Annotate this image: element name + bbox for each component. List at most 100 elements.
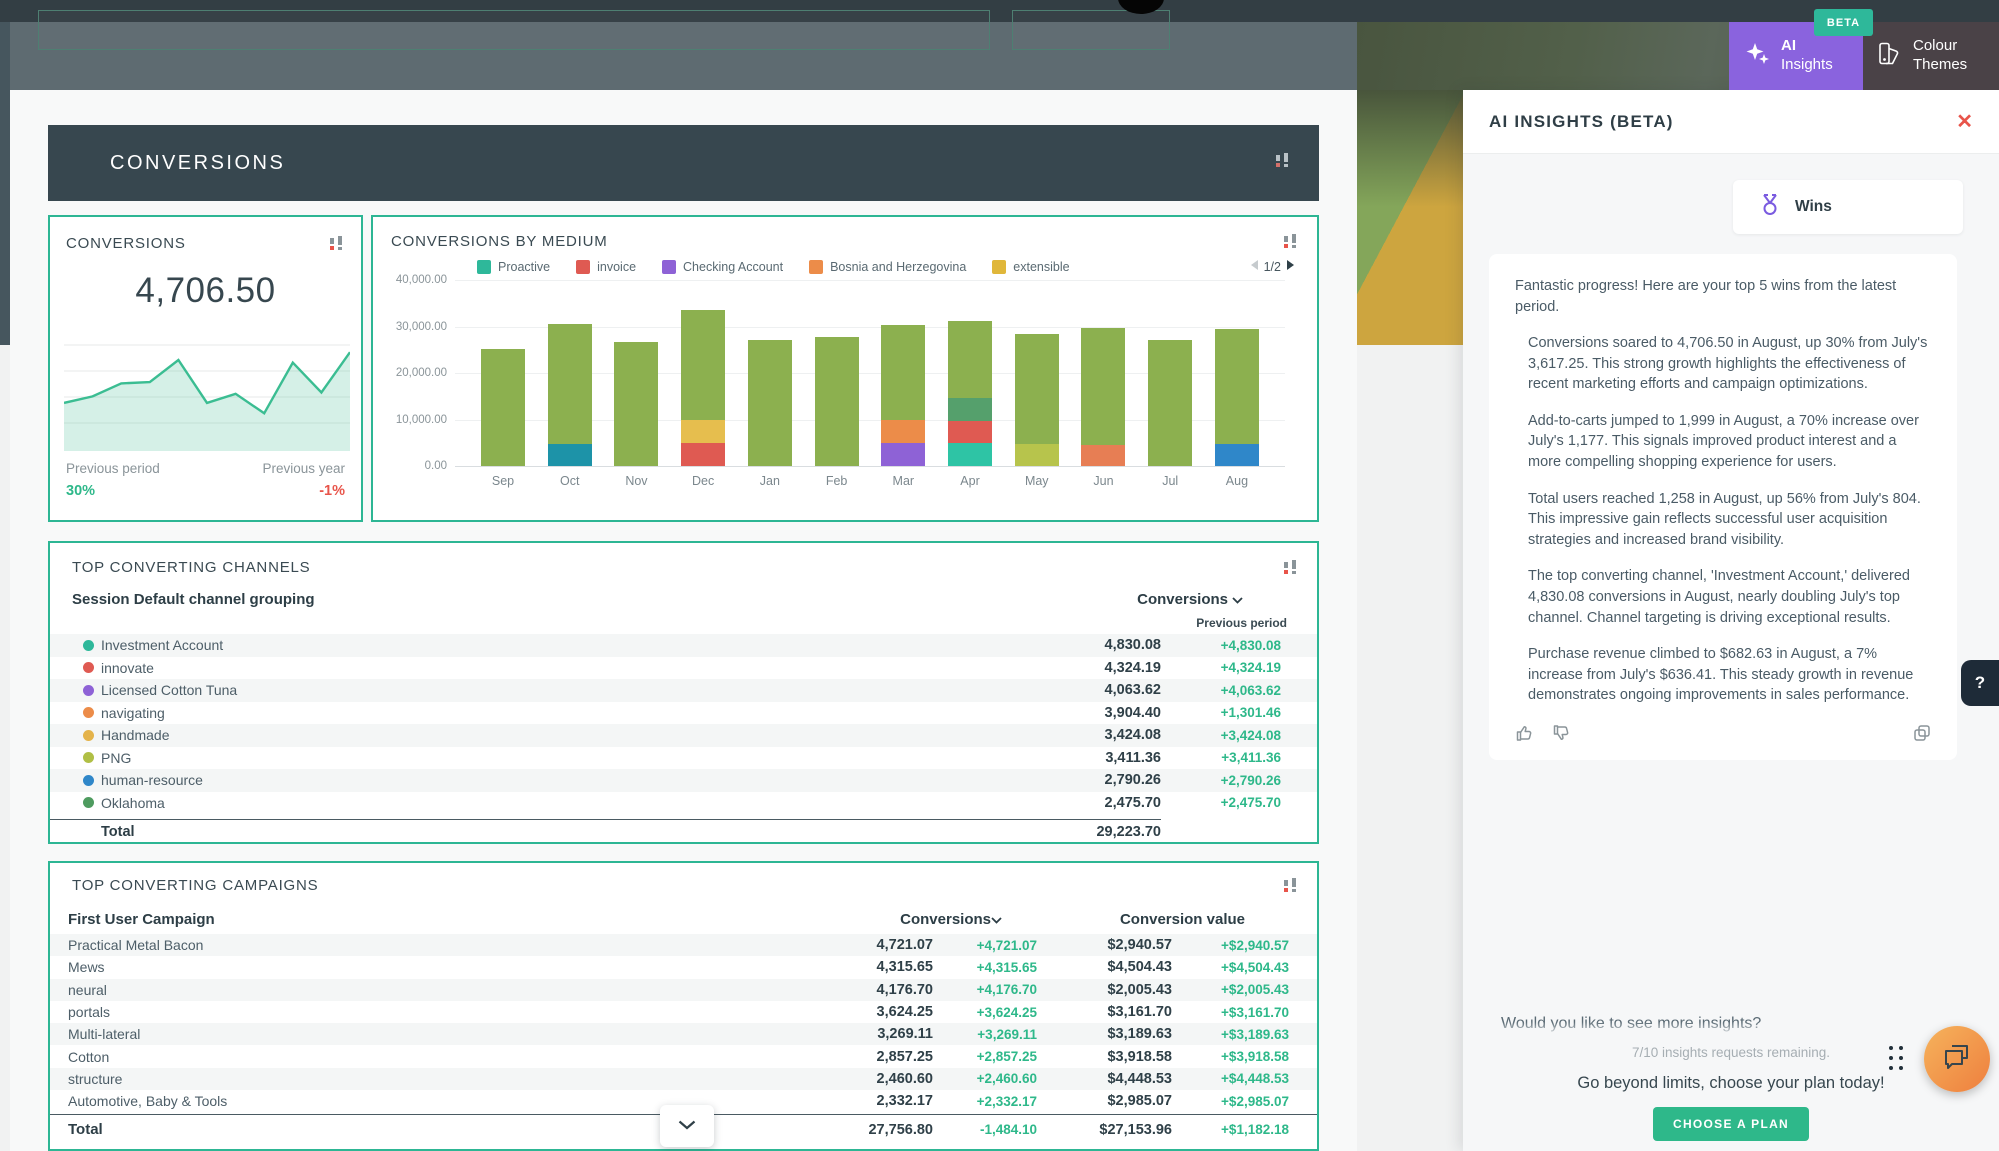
- ai-insights-panel: AI INSIGHTS (BETA) ✕ Wins Fantastic prog…: [1463, 90, 1999, 1151]
- help-button[interactable]: ?: [1961, 660, 1999, 706]
- channels-previous-period-header: Previous period: [50, 616, 1317, 630]
- bar-stack: [1215, 280, 1259, 466]
- ai-intro-text: Fantastic progress! Here are your top 5 …: [1515, 276, 1931, 317]
- thumbs-down-button[interactable]: [1552, 724, 1571, 742]
- campaigns-metric-dropdown[interactable]: Conversions: [813, 911, 1037, 928]
- bar-segment: [881, 420, 925, 443]
- colour-themes-label-line1: Colour: [1913, 37, 1957, 54]
- table-row: Multi-lateral3,269.11+3,269.11$3,189.63+…: [50, 1023, 1317, 1045]
- bar-column: [881, 280, 925, 466]
- campaigns-total-conversions-prev: -1,484.10: [933, 1122, 1037, 1137]
- legend-label: Proactive: [498, 260, 550, 274]
- table-row: Investment Account4,830.08+4,830.08: [50, 634, 1317, 657]
- legend-prev-arrow[interactable]: [1250, 259, 1259, 274]
- colour-themes-button[interactable]: ColourThemes: [1863, 22, 1999, 90]
- table-row: Handmade3,424.08+3,424.08: [50, 724, 1317, 747]
- expand-table-button[interactable]: [660, 1105, 714, 1147]
- conversion-value: $3,161.70: [1037, 1004, 1172, 1020]
- conversions-value: 4,063.62: [1031, 682, 1161, 698]
- x-axis-label: Jul: [1148, 474, 1192, 488]
- conversion-value-previous: +$2,940.57: [1172, 938, 1289, 953]
- x-axis-label: Oct: [548, 474, 592, 488]
- conversion-value-previous: +$2,005.43: [1172, 982, 1289, 997]
- conversions-value: 4,721.07: [813, 937, 933, 953]
- bar-segment: [681, 420, 725, 442]
- bar-segment: [881, 325, 925, 421]
- legend-next-arrow[interactable]: [1286, 259, 1295, 274]
- bar-segment: [681, 443, 725, 466]
- conversion-value-previous: +$3,161.70: [1172, 1005, 1289, 1020]
- y-axis-tick-label: 10,000.00: [396, 414, 447, 426]
- channels-metric-dropdown[interactable]: Conversions: [1031, 591, 1281, 608]
- conversion-value: $3,918.58: [1037, 1049, 1172, 1065]
- kpi-card-title: CONVERSIONS: [66, 235, 186, 252]
- previous-period-label: Previous period: [66, 461, 160, 476]
- x-axis-label: Jan: [748, 474, 792, 488]
- table-row: PNG3,411.36+3,411.36: [50, 747, 1317, 770]
- ai-insights-label-line2: Insights: [1781, 56, 1833, 73]
- campaigns-rows: Practical Metal Bacon4,721.07+4,721.07$2…: [50, 934, 1317, 1112]
- widget-chart-icon[interactable]: [1275, 152, 1291, 174]
- widget-chart-icon[interactable]: [1283, 559, 1299, 581]
- section-title: CONVERSIONS: [110, 152, 285, 175]
- conversion-value-previous: +$4,448.53: [1172, 1071, 1289, 1086]
- thumbs-up-button[interactable]: [1515, 724, 1534, 742]
- bar-segment: [614, 342, 658, 466]
- section-banner: CONVERSIONS: [48, 125, 1319, 201]
- conversions-value: 4,176.70: [813, 982, 933, 998]
- bar-segment: [948, 421, 992, 443]
- dashboard-content: CONVERSIONS CONVERSIONS 4,706.50 Previou…: [10, 90, 1357, 1151]
- conversions-previous-value: +2,332.17: [933, 1094, 1037, 1109]
- wins-label: Wins: [1795, 198, 1832, 216]
- widget-chart-icon[interactable]: [1283, 877, 1299, 899]
- conversion-value-previous: +$3,918.58: [1172, 1049, 1289, 1064]
- widget-chart-icon[interactable]: [329, 235, 345, 257]
- table-row: Cotton2,857.25+2,857.25$3,918.58+$3,918.…: [50, 1045, 1317, 1067]
- widget-chart-icon[interactable]: [1283, 233, 1299, 255]
- conversions-value: 3,904.40: [1031, 705, 1161, 721]
- bar-segment: [1081, 445, 1125, 466]
- channel-name: Investment Account: [101, 637, 1031, 653]
- bar-stack: [681, 280, 725, 466]
- bar-column: [481, 280, 525, 466]
- conversion-value-previous: +$2,985.07: [1172, 1094, 1289, 1109]
- insight-paragraph: Purchase revenue climbed to $682.63 in A…: [1515, 644, 1931, 706]
- y-axis-tick-label: 20,000.00: [396, 367, 447, 379]
- ai-insights-label-line1: AI: [1781, 37, 1833, 56]
- conversions-value: 2,460.60: [813, 1071, 933, 1087]
- copy-icon[interactable]: [1913, 724, 1931, 742]
- conversion-value-previous: +$3,189.63: [1172, 1027, 1289, 1042]
- channel-name: PNG: [101, 750, 1031, 766]
- table-row: Licensed Cotton Tuna4,063.62+4,063.62: [50, 679, 1317, 702]
- wins-chip[interactable]: Wins: [1733, 180, 1963, 234]
- conversions-value: 4,830.08: [1031, 637, 1161, 653]
- x-axis-labels: SepOctNovDecJanFebMarAprMayJunJulAug: [455, 474, 1285, 488]
- campaigns-total-conversions: 27,756.80: [813, 1122, 933, 1138]
- channel-name: innovate: [101, 660, 1031, 676]
- drag-handle[interactable]: [1889, 1046, 1905, 1074]
- chat-fab[interactable]: [1924, 1026, 1990, 1092]
- bar-column: [1081, 280, 1125, 466]
- campaign-name: neural: [68, 982, 813, 998]
- previous-period-value: +1,301.46: [1161, 705, 1281, 720]
- dimmed-card-outline: [38, 10, 990, 50]
- legend-swatch: [477, 260, 491, 274]
- bar-stack: [948, 280, 992, 466]
- channels-total-row: Total 29,223.70: [50, 816, 1317, 842]
- conversions-previous-value: +3,269.11: [933, 1027, 1037, 1042]
- close-icon[interactable]: ✕: [1956, 112, 1973, 132]
- channel-name: Handmade: [101, 727, 1031, 743]
- table-row: Oklahoma2,475.70+2,475.70: [50, 792, 1317, 815]
- conversion-value: $2,985.07: [1037, 1093, 1172, 1109]
- channel-name: Oklahoma: [101, 795, 1031, 811]
- bar-segment: [948, 398, 992, 421]
- channel-color-dot: [83, 640, 94, 651]
- conversions-by-medium-card: CONVERSIONS BY MEDIUM ProactiveinvoiceCh…: [371, 215, 1319, 522]
- background-image-corner: [1357, 90, 1463, 345]
- table-row: Mews4,315.65+4,315.65$4,504.43+$4,504.43: [50, 956, 1317, 978]
- choose-plan-button[interactable]: CHOOSE A PLAN: [1653, 1107, 1809, 1141]
- conversions-value: 2,332.17: [813, 1093, 933, 1109]
- y-axis-tick-label: 30,000.00: [396, 321, 447, 333]
- bar-stack: [1015, 280, 1059, 466]
- conversions-previous-value: +3,624.25: [933, 1005, 1037, 1020]
